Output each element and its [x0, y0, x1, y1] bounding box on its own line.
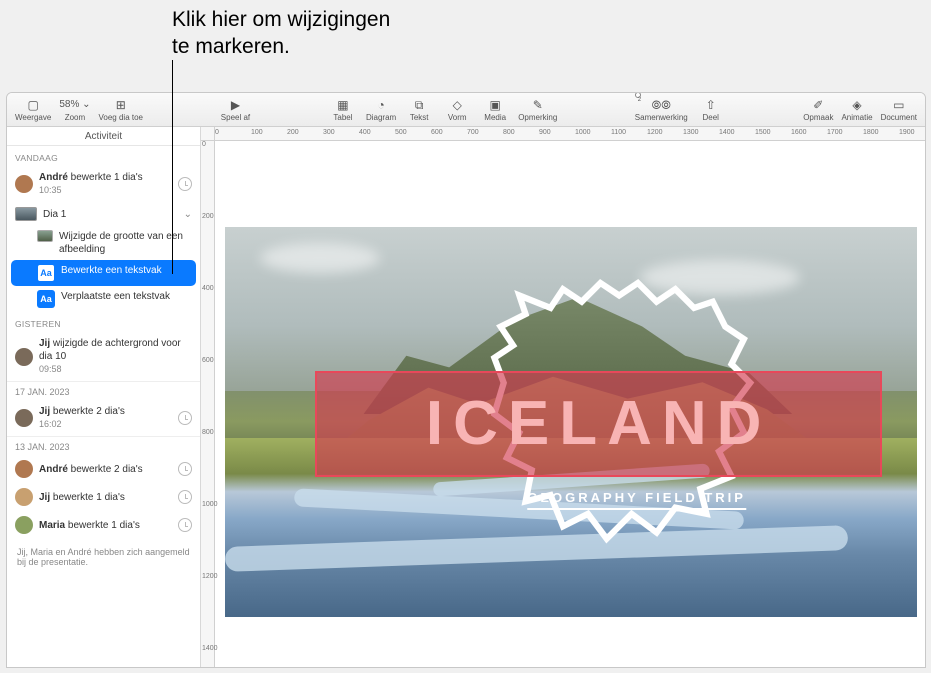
- chart-button[interactable]: ◔ Diagram: [366, 94, 396, 126]
- text-button[interactable]: ⧉ Tekst: [404, 94, 434, 126]
- date-divider-13jan: 13 JAN. 2023: [7, 436, 200, 455]
- activity-row-jij-17jan[interactable]: Jij bewerkte 2 dia's 16:02: [7, 400, 200, 436]
- brush-icon: ✐: [813, 98, 823, 112]
- comment-button[interactable]: ✎ Opmerking: [518, 94, 557, 126]
- avatar: [15, 175, 33, 193]
- clock-icon: [178, 177, 192, 191]
- plus-icon: ⊞: [116, 98, 126, 112]
- panel-icon: ▢: [27, 98, 38, 112]
- slide-canvas-area[interactable]: 0100200300400500600700800900100011001200…: [201, 127, 925, 667]
- slide-thumbnail: [15, 207, 37, 221]
- comment-icon: ✎: [533, 98, 543, 112]
- zoom-dropdown[interactable]: 58% ⌄ Zoom: [59, 94, 90, 126]
- play-button[interactable]: ▶ Speel af: [220, 94, 250, 126]
- app-window: ▢ Weergave 58% ⌄ Zoom ⊞ Voeg dia toe ▶ S…: [6, 92, 926, 668]
- ruler-corner: [201, 127, 215, 141]
- annotation-line1: Klik hier om wijzigingen: [172, 6, 390, 33]
- horizontal-ruler: 0100200300400500600700800900100011001200…: [215, 127, 925, 141]
- avatar: [15, 488, 33, 506]
- animate-icon: ◈: [852, 98, 861, 112]
- toolbar: ▢ Weergave 58% ⌄ Zoom ⊞ Voeg dia toe ▶ S…: [7, 93, 925, 127]
- add-slide-button[interactable]: ⊞ Voeg dia toe: [99, 94, 143, 126]
- avatar: [15, 409, 33, 427]
- media-button[interactable]: ▣ Media: [480, 94, 510, 126]
- slide-subtitle[interactable]: GEOGRAPHY FIELD TRIP: [527, 490, 746, 510]
- avatar: [15, 516, 33, 534]
- shape-icon: ◇: [453, 98, 462, 112]
- annotation-line2: te markeren.: [172, 33, 390, 60]
- activity-change-move-textbox[interactable]: Aa Verplaatste een tekstvak: [7, 286, 200, 312]
- annotation-leader-line: [172, 60, 173, 274]
- share-icon: ⇧: [706, 98, 716, 112]
- collaboration-button[interactable]: ⦾⦾2 Samenwerking: [635, 94, 688, 126]
- animate-button[interactable]: ◈ Animatie: [841, 94, 872, 126]
- avatar: [15, 460, 33, 478]
- zoom-value: 58% ⌄: [59, 98, 90, 112]
- clock-icon: [178, 462, 192, 476]
- play-icon: ▶: [231, 98, 240, 112]
- activity-row-andre-13jan[interactable]: André bewerkte 2 dia's: [7, 455, 200, 483]
- chart-icon: ◔: [377, 98, 384, 112]
- activity-row-maria-13jan[interactable]: Maria bewerkte 1 dia's: [7, 511, 200, 539]
- chevron-down-icon: ⌄: [184, 209, 192, 220]
- media-icon: ▣: [490, 98, 501, 112]
- section-yesterday: GISTEREN: [7, 312, 200, 332]
- activity-footer: Jij, Maria en André hebben zich aangemel…: [7, 539, 200, 575]
- slide[interactable]: ICELAND GEOGRAPHY FIELD TRIP: [225, 227, 917, 617]
- annotation-callout: Klik hier om wijzigingen te markeren.: [172, 6, 390, 61]
- cloud-shape: [260, 243, 380, 273]
- textbox-icon: Aa: [37, 264, 55, 282]
- avatar: [15, 348, 33, 366]
- title-banner[interactable]: ICELAND: [315, 371, 882, 476]
- slide-title: ICELAND: [426, 388, 772, 459]
- image-thumb-icon: [37, 230, 53, 242]
- activity-row-jij-yesterday[interactable]: Jij wijzigde de achtergrond voor dia 10 …: [7, 332, 200, 381]
- document-icon: ▭: [893, 98, 904, 112]
- people-icon: ⦾⦾2: [652, 98, 671, 112]
- clock-icon: [178, 411, 192, 425]
- textbox-icon: Aa: [37, 290, 55, 308]
- date-divider-17jan: 17 JAN. 2023: [7, 381, 200, 400]
- table-button[interactable]: ▦ Tabel: [328, 94, 358, 126]
- clock-icon: [178, 518, 192, 532]
- share-button[interactable]: ⇧ Deel: [696, 94, 726, 126]
- activity-change-edit-textbox[interactable]: Aa Bewerkte een tekstvak: [11, 260, 196, 286]
- text-icon: ⧉: [415, 98, 424, 112]
- document-button[interactable]: ▭ Document: [881, 94, 917, 126]
- clock-icon: [178, 490, 192, 504]
- format-button[interactable]: ✐ Opmaak: [803, 94, 833, 126]
- view-button[interactable]: ▢ Weergave: [15, 94, 51, 126]
- table-icon: ▦: [337, 98, 348, 112]
- shape-button[interactable]: ◇ Vorm: [442, 94, 472, 126]
- vertical-ruler: 0200400600800100012001400: [201, 141, 215, 667]
- activity-row-jij-13jan[interactable]: Jij bewerkte 1 dia's: [7, 483, 200, 511]
